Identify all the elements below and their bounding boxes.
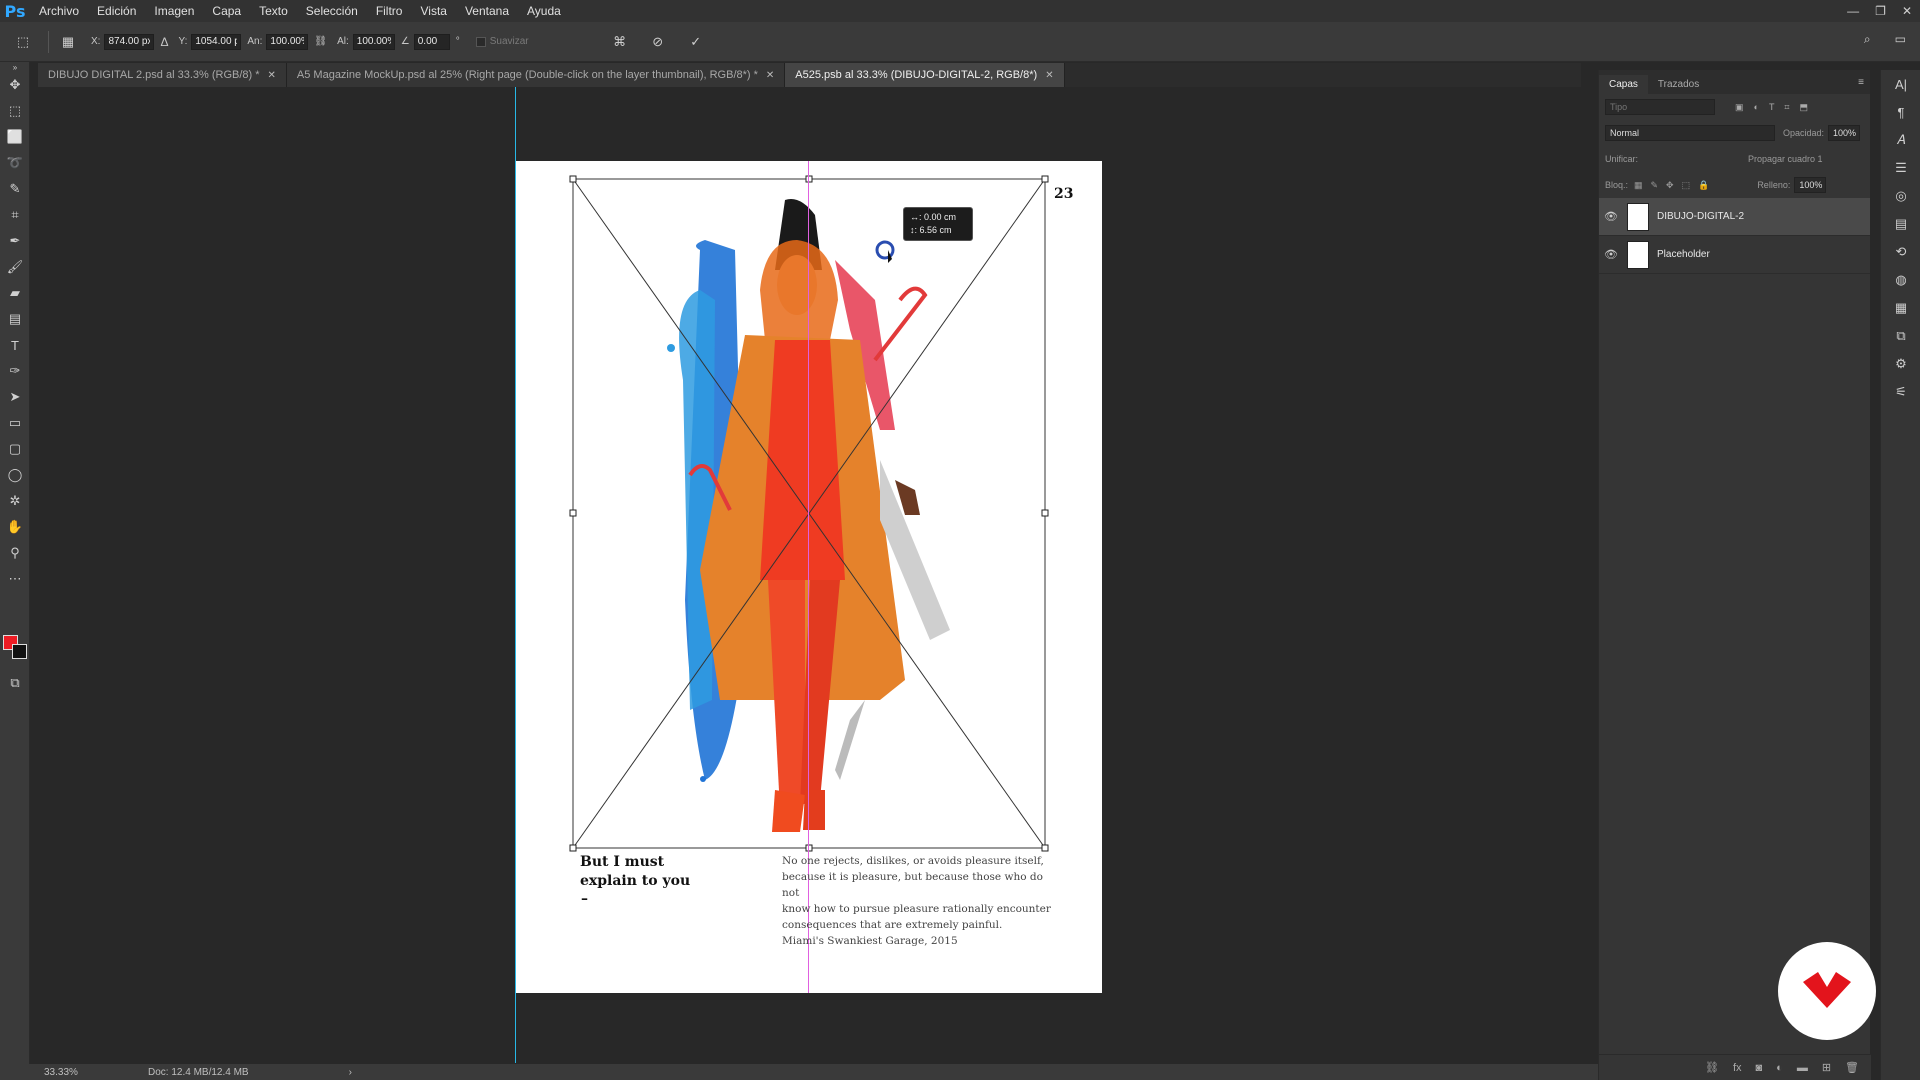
body-line: consequences that are extremely painful. [782,919,1003,931]
transform-handle[interactable] [569,844,577,852]
history-panel-icon[interactable]: ⟲ [1881,238,1920,266]
new-layer-icon[interactable]: ⊞ [1822,1061,1831,1074]
unify-row: Unificar: Propagar cuadro 1 [1599,146,1870,172]
body-line: know how to pursue pleasure rationally e… [782,903,1051,915]
body-text: No one rejects, dislikes, or avoids plea… [782,853,1060,933]
layer-row[interactable]: 👁 DIBUJO-DIGITAL-2 [1599,198,1870,236]
adjustments-panel-icon[interactable]: ▤ [1881,210,1920,238]
headline-line: But I must [580,854,665,870]
tab-capas[interactable]: Capas [1599,75,1648,94]
document-size: Doc: 12.4 MB/12.4 MB [148,1066,249,1078]
glyphs-panel-icon[interactable]: 𝐴 [1881,126,1920,154]
status-bar: 33.33% Doc: 12.4 MB/12.4 MB › [0,1064,1598,1080]
transform-handle[interactable] [1041,844,1049,852]
layer-thumbnail[interactable] [1627,202,1649,231]
clone-source-panel-icon[interactable]: ⧉ [1881,322,1920,350]
transform-handle[interactable] [569,509,577,517]
swatches-panel-icon[interactable]: ▦ [1881,294,1920,322]
tooltip-y: ↕: 6.56 cm [910,225,952,235]
propagate-label[interactable]: Propagar cuadro 1 [1748,154,1823,164]
transform-handle[interactable] [805,844,813,852]
transform-handle[interactable] [1041,509,1049,517]
tooltip-x: ↔: 0.00 cm [910,212,957,222]
body-line: No one rejects, dislikes, or avoids plea… [782,855,1044,867]
blend-row: Normal Opacidad: 100% [1599,120,1870,146]
panel-tabs: Capas Trazados [1599,70,1870,94]
opacity-input[interactable]: 100% [1828,125,1861,141]
new-group-icon[interactable]: ▬ [1797,1062,1808,1074]
layer-search-input[interactable] [1605,99,1715,115]
lock-row: Bloq.: ▦✎✥⬚🔒 Relleno: 100% [1599,172,1870,198]
delete-layer-icon[interactable]: 🗑 [1845,1061,1859,1074]
adjustment-layer-icon[interactable]: ◐ [1776,1062,1783,1074]
status-menu-icon[interactable]: › [349,1067,352,1078]
visibility-eye-icon[interactable]: 👁 [1599,248,1623,261]
cursor-icon [875,240,895,263]
layer-filter-row: ▣◐T⌗⬒ [1599,94,1870,120]
layers-panel-footer: ⛓ fx ◙ ◐ ▬ ⊞ 🗑 [1599,1054,1871,1080]
zoom-level[interactable]: 33.33% [0,1067,78,1078]
transform-handle[interactable] [569,175,577,183]
opacity-label: Opacidad: [1783,128,1825,138]
panel-icon-strip: A| ¶ 𝐴 ☰ ◎ ▤ ⟲ ◍ ▦ ⧉ ⚙ ⚟ [1880,70,1920,1080]
fill-input[interactable]: 100% [1794,177,1827,193]
filter-icons[interactable]: ▣◐T⌗⬒ [1735,102,1818,113]
layer-style-icon[interactable]: fx [1733,1062,1742,1074]
layers-panel: Capas Trazados ≡ ▣◐T⌗⬒ Normal Opacidad: … [1598,70,1871,1080]
caption: Miami's Swankiest Garage, 2015 [782,935,958,947]
headline-line: explain to you [580,873,691,889]
lock-icons[interactable]: ▦✎✥⬚🔒 [1634,180,1717,191]
lock-label: Bloq.: [1605,180,1629,190]
blend-mode-select[interactable]: Normal [1605,125,1775,141]
tool-presets-icon[interactable]: ⚟ [1881,378,1920,406]
layer-thumbnail[interactable] [1627,240,1649,269]
transform-handle[interactable] [1041,175,1049,183]
layer-row[interactable]: 👁 Placeholder [1599,236,1870,274]
headline: But I must explain to you [580,853,690,891]
actions-panel-icon[interactable]: ⚙ [1881,350,1920,378]
page-number: 23 [1054,186,1074,202]
paragraph-panel-icon[interactable]: ¶ [1881,98,1920,126]
transform-handle[interactable] [805,175,813,183]
tab-trazados[interactable]: Trazados [1648,75,1709,94]
unify-label: Unificar: [1605,154,1639,164]
transform-tooltip: ↔: 0.00 cm ↕: 6.56 cm [903,207,973,241]
layer-mask-icon[interactable]: ◙ [1756,1062,1763,1074]
properties-panel-icon[interactable]: ☰ [1881,154,1920,182]
character-panel-icon[interactable]: A| [1881,70,1920,98]
fill-label: Relleno: [1757,180,1791,190]
layer-name: DIBUJO-DIGITAL-2 [1657,211,1745,222]
link-layers-icon[interactable]: ⛓ [1705,1061,1719,1074]
brushes-panel-icon[interactable]: ◍ [1881,266,1920,294]
layer-name: Placeholder [1657,249,1710,260]
visibility-eye-icon[interactable]: 👁 [1599,210,1623,223]
libraries-panel-icon[interactable]: ◎ [1881,182,1920,210]
panel-menu-icon[interactable]: ≡ [1858,77,1864,88]
brand-logo [1778,942,1876,1040]
headline-dash: – [581,891,588,907]
body-line: because it is pleasure, but because thos… [782,871,1043,899]
